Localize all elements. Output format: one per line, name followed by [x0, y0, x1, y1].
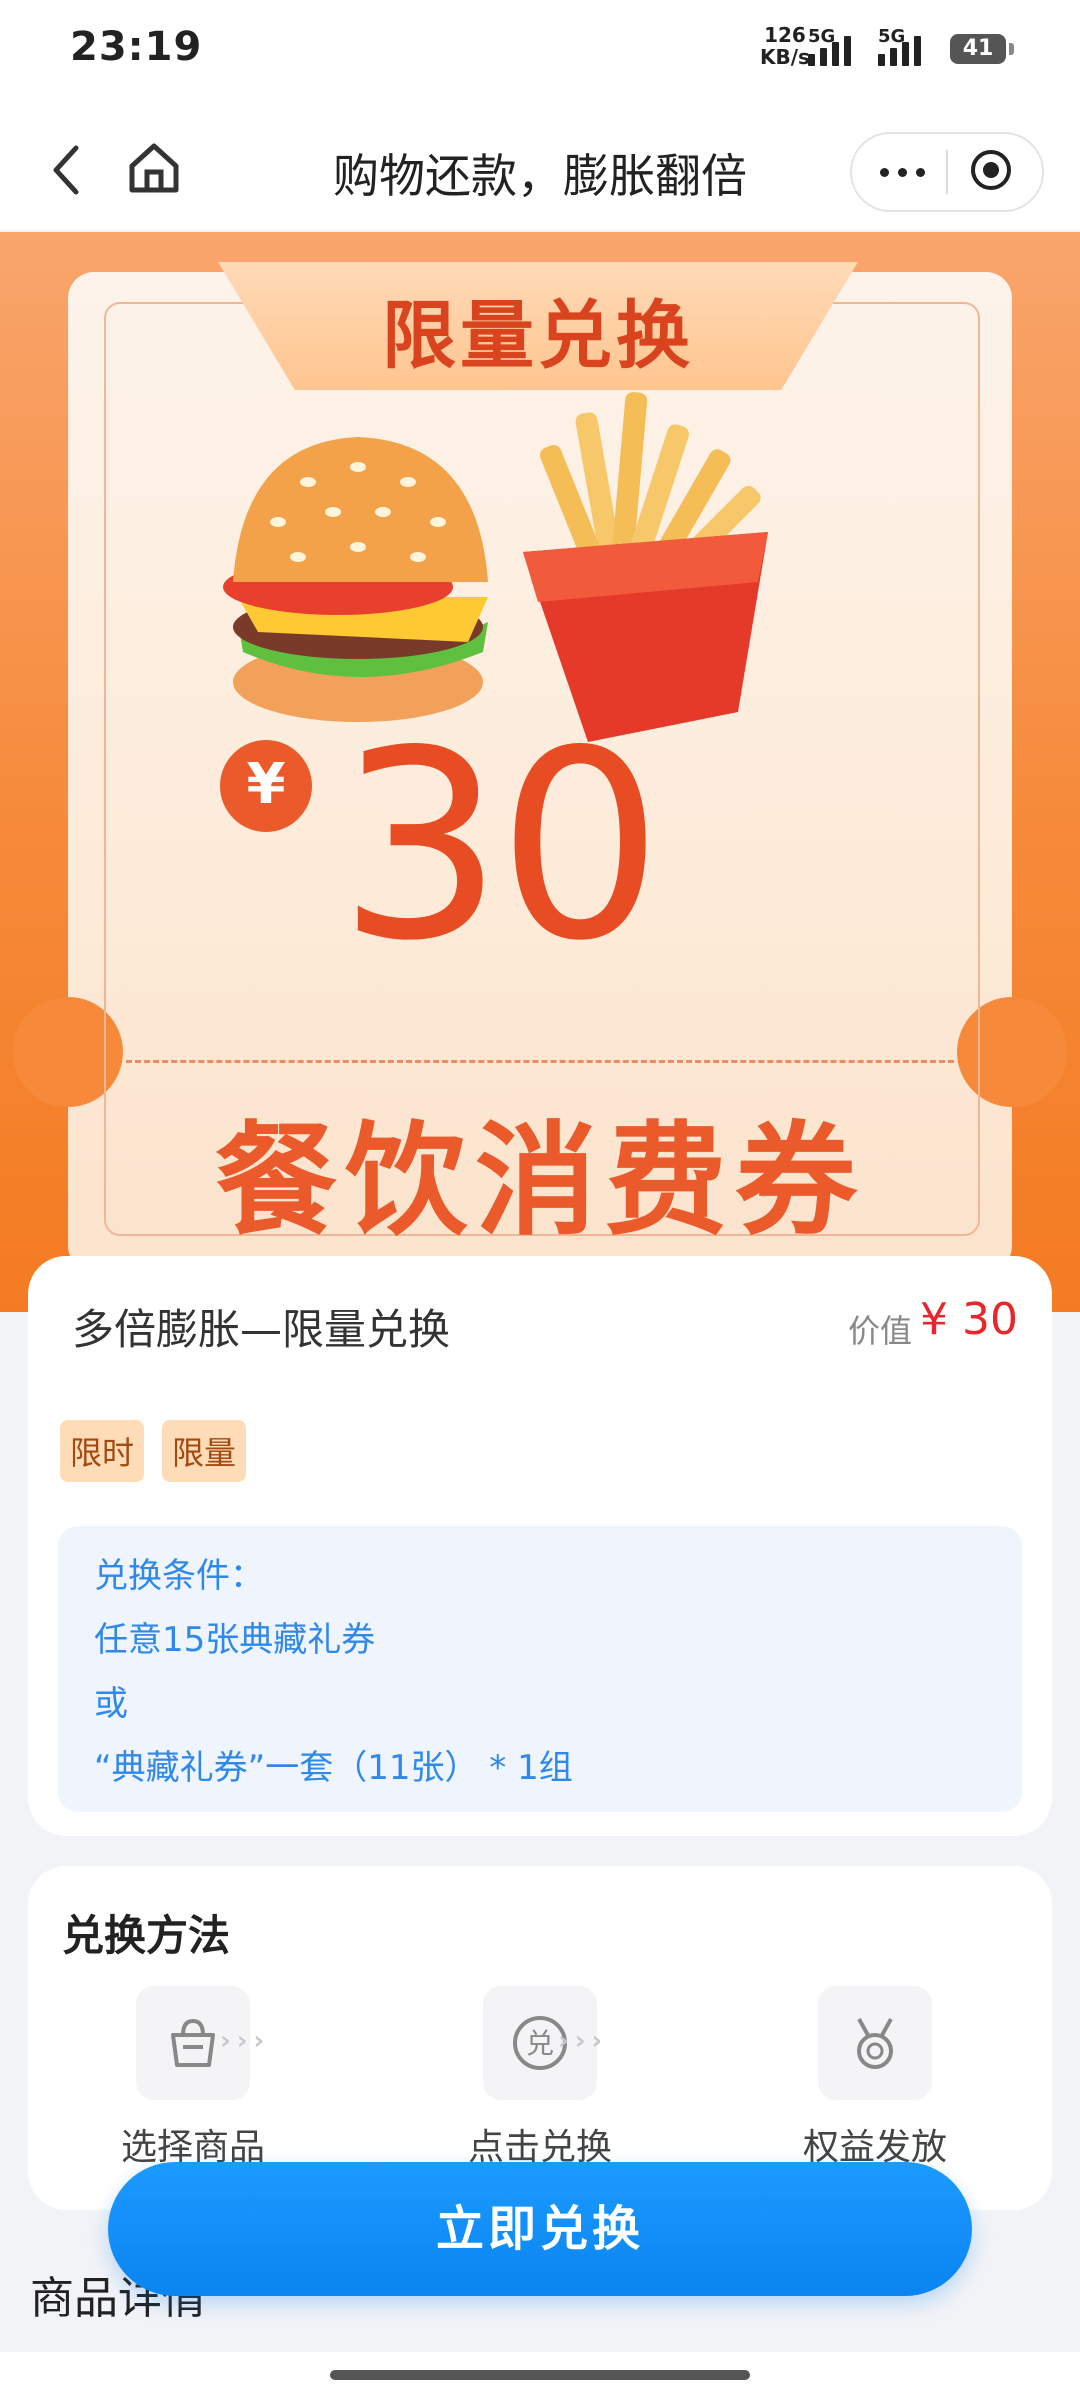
burger-icon [223, 437, 488, 722]
step-arrow-icon: ››› [220, 2026, 271, 2056]
product-title: 多倍膨胀—限量兑换 [72, 1305, 451, 1354]
network-speed-unit: KB/s [760, 45, 810, 69]
ticket-divider [126, 1060, 954, 1063]
network-speed-value: 126 [764, 23, 806, 47]
exchange-conditions: 兑换条件： 任意15张典藏礼券 或 “典藏礼券”一套（11张） * 1组 [58, 1526, 1022, 1812]
voucher-ticket: 限量兑换 ¥ 30 餐饮消费券 [13, 262, 1067, 1272]
medal-icon [857, 2018, 893, 2069]
svg-text:兑: 兑 [526, 2027, 554, 2060]
network-speed: 126 KB/s [760, 24, 810, 68]
condition-line: 或 [94, 1684, 128, 1724]
signal-icon-sim1: 5G [808, 26, 851, 66]
capsule-divider [946, 150, 948, 194]
product-info-card: 多倍膨胀—限量兑换 价值 ¥ 30 限时 限量 兑换条件： 任意15张典藏礼券 … [28, 1256, 1052, 1836]
condition-line: “典藏礼券”一套（11张） * 1组 [94, 1748, 573, 1788]
value-amount: ¥ 30 [920, 1294, 1018, 1345]
status-bar: 23:19 126 KB/s 5G 5G 41 [0, 0, 1080, 100]
mini-program-capsule [850, 132, 1044, 212]
tag-limited-time: 限时 [60, 1420, 145, 1482]
voucher-hero: 限量兑换 ¥ 30 餐饮消费券 [0, 232, 1080, 1312]
exchange-method-card: 兑换方法 ››› 选择商品 兑 ››› 点击兑换 权益发放 [28, 1866, 1052, 2210]
tag-limited-quantity: 限量 [162, 1420, 247, 1482]
shopping-bag-icon [171, 2018, 215, 2067]
step-deliver-box [818, 1986, 932, 2100]
currency-badge: ¥ [220, 740, 312, 832]
method-title: 兑换方法 [62, 1911, 231, 1960]
limited-exchange-badge: 限量兑换 [382, 293, 694, 379]
sim1-label: 5G [808, 26, 836, 47]
fries-icon [523, 392, 768, 742]
home-indicator[interactable] [330, 2370, 750, 2380]
redeem-now-button[interactable]: 立即兑换 [108, 2162, 972, 2296]
voucher-amount: 30 [338, 696, 663, 998]
step-arrow-icon: ››› [558, 2026, 609, 2056]
more-options-icon[interactable] [880, 158, 940, 186]
condition-line: 任意15张典藏礼券 [94, 1620, 376, 1660]
sim2-label: 5G [878, 26, 906, 47]
battery-icon: 41 [950, 34, 1014, 64]
tag-list: 限时 限量 [60, 1420, 247, 1482]
conditions-heading: 兑换条件： [94, 1556, 264, 1596]
voucher-name: 餐饮消费券 [215, 1110, 865, 1252]
close-mini-program-icon[interactable] [969, 148, 1013, 192]
value-label: 价值 [848, 1312, 913, 1350]
status-time: 23:19 [70, 24, 203, 70]
signal-icon-sim2: 5G [878, 26, 921, 66]
